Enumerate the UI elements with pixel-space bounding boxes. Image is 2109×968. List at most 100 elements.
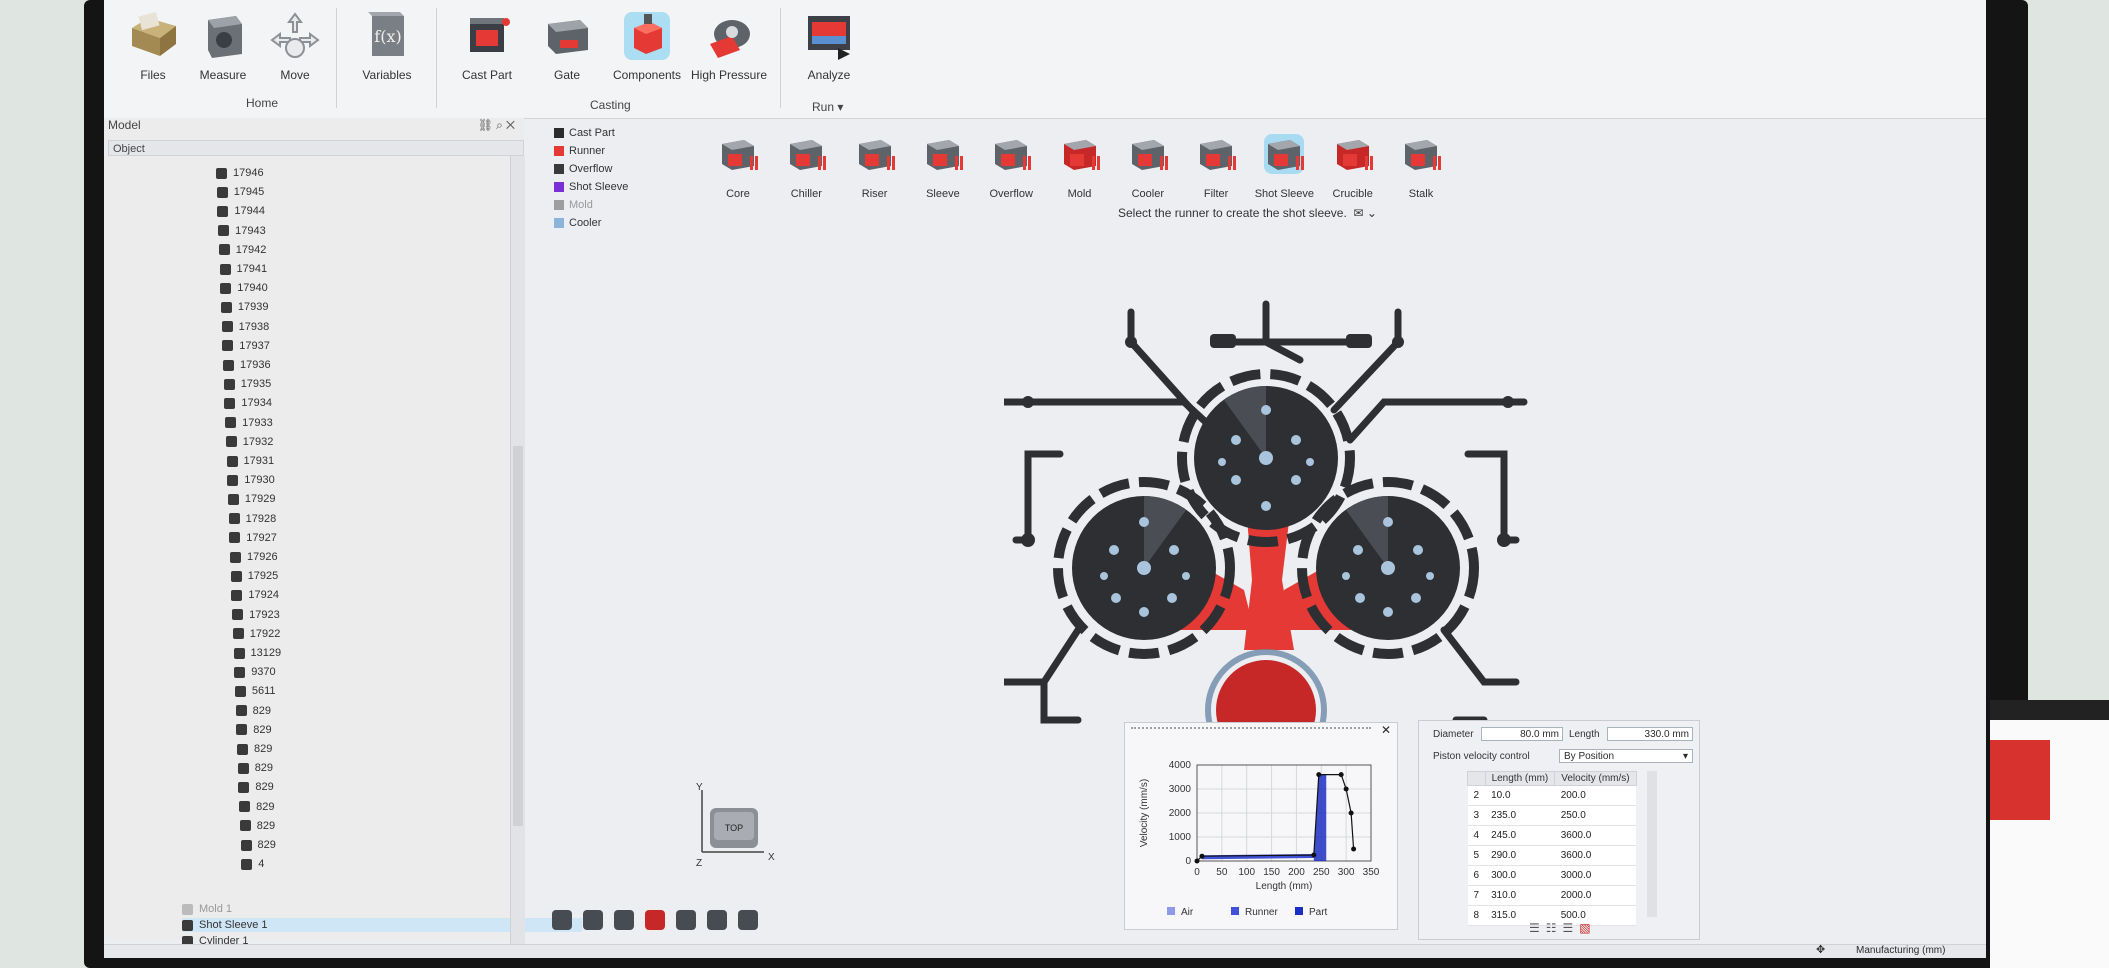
length-cell[interactable]: 290.0 <box>1485 845 1555 866</box>
velocity-cell[interactable]: 3000.0 <box>1554 865 1637 886</box>
tool-chiller-button[interactable]: Chiller <box>772 132 840 200</box>
tree-item[interactable]: 17924 <box>231 588 279 602</box>
close-icon[interactable]: ✕ <box>1381 723 1391 737</box>
chevron-down-icon[interactable]: ▾ <box>837 100 843 114</box>
tree-item[interactable]: 17930 <box>227 473 275 487</box>
tree-item[interactable]: 17943 <box>218 224 266 238</box>
legend-item[interactable]: Cooler <box>554 214 628 232</box>
components-button[interactable]: Components <box>604 10 690 82</box>
tree-scrollbar[interactable] <box>510 156 525 954</box>
tree-item[interactable]: 17931 <box>226 454 274 468</box>
length-cell[interactable]: 235.0 <box>1485 805 1555 826</box>
column-header[interactable]: Object <box>108 140 524 156</box>
tool-core-button[interactable]: Core <box>704 132 772 200</box>
section-icon[interactable] <box>645 910 665 930</box>
tree-item[interactable]: 829 <box>240 838 276 852</box>
globe-icon[interactable] <box>738 910 758 930</box>
tool-riser-button[interactable]: Riser <box>841 132 909 200</box>
camera-icon[interactable] <box>583 910 603 930</box>
gate-button[interactable]: Gate <box>524 10 610 82</box>
tool-sleeve-button[interactable]: Sleeve <box>909 132 977 200</box>
message-icon[interactable]: ✉ <box>1353 206 1363 220</box>
cast-part-button[interactable]: Cast Part <box>444 10 530 82</box>
tool-mold-button[interactable]: Mold <box>1046 132 1114 200</box>
tree-item[interactable]: 829 <box>238 780 274 794</box>
table-row[interactable]: 2 10.0 200.0 <box>1467 785 1637 806</box>
tree-item[interactable]: 5611 <box>234 684 276 698</box>
tree-item[interactable]: 17929 <box>227 492 275 506</box>
tool-overflow-button[interactable]: Overflow <box>977 132 1045 200</box>
tree-item[interactable]: 17939 <box>220 300 268 314</box>
table-row[interactable]: 6 300.0 3000.0 <box>1467 865 1637 886</box>
velocity-cell[interactable]: 200.0 <box>1554 785 1637 806</box>
tree-item[interactable]: 17925 <box>230 569 278 583</box>
tool-cooler-button[interactable]: Cooler <box>1114 132 1182 200</box>
tree-item[interactable]: 17923 <box>232 608 280 622</box>
zoom-icon[interactable] <box>676 910 696 930</box>
length-cell[interactable]: 310.0 <box>1485 885 1555 906</box>
tree-item[interactable]: 17927 <box>229 531 277 545</box>
eye-icon[interactable] <box>552 910 572 930</box>
tree-item[interactable]: 9370 <box>234 665 276 679</box>
tree-item[interactable]: 829 <box>237 761 273 775</box>
legend-item[interactable]: Runner <box>554 142 628 160</box>
tree-item[interactable]: 17945 <box>216 185 264 199</box>
tree-item[interactable]: 17932 <box>225 435 273 449</box>
search-icon[interactable]: ⌕ <box>496 118 506 132</box>
length-cell[interactable]: 300.0 <box>1485 865 1555 886</box>
piston-select[interactable]: By Position ▾ <box>1559 749 1693 763</box>
rotate-icon[interactable] <box>707 910 727 930</box>
tree-item[interactable]: 829 <box>239 800 274 814</box>
insert-row-icon[interactable]: ☷ <box>1546 921 1563 935</box>
units-status[interactable]: Manufacturing (mm) <box>1856 945 1945 956</box>
legend-item[interactable]: Cast Part <box>554 124 628 142</box>
tree-item-mold[interactable]: Mold 1 <box>182 902 232 916</box>
axis-triad[interactable]: Y X Z TOP <box>688 780 778 870</box>
legend-item[interactable]: Overflow <box>554 160 628 178</box>
close-icon[interactable]: ✕ <box>506 118 518 132</box>
tree-item[interactable]: 17926 <box>230 550 278 564</box>
tree-item[interactable]: 17934 <box>224 396 272 410</box>
settings-icon[interactable]: ✥ <box>1816 943 1825 956</box>
table-scrollbar[interactable] <box>1647 771 1657 917</box>
tree-item[interactable]: 829 <box>236 723 272 737</box>
tree-item[interactable]: 17942 <box>218 243 266 257</box>
tool-crucible-button[interactable]: Crucible <box>1319 132 1387 200</box>
tree-item[interactable]: 17941 <box>219 262 267 276</box>
tree-item[interactable]: 17946 <box>216 166 264 180</box>
legend-item[interactable]: Mold <box>554 196 628 214</box>
length-input[interactable]: 330.0 mm <box>1607 727 1693 741</box>
scroll-thumb[interactable] <box>513 446 523 826</box>
tree-item[interactable]: 13129 <box>233 646 281 660</box>
tool-stalk-button[interactable]: Stalk <box>1387 132 1455 200</box>
velocity-cell[interactable]: 250.0 <box>1554 805 1637 826</box>
tree-item[interactable]: 17935 <box>223 377 271 391</box>
tree-item[interactable]: 17936 <box>223 358 271 372</box>
tree-item[interactable]: 829 <box>237 742 272 756</box>
expand-icon[interactable]: ⌄ <box>1367 206 1377 220</box>
variables-button[interactable]: f(x) Variables <box>344 10 430 82</box>
length-cell[interactable]: 245.0 <box>1485 825 1555 846</box>
velocity-cell[interactable]: 3600.0 <box>1554 825 1637 846</box>
tree-item[interactable]: 17944 <box>217 204 265 218</box>
tree-item[interactable]: 17928 <box>228 512 276 526</box>
drag-handle[interactable] <box>1131 727 1371 735</box>
tree-item[interactable]: 17940 <box>220 281 268 295</box>
velocity-cell[interactable]: 2000.0 <box>1554 885 1637 906</box>
move-button[interactable]: Move <box>252 10 338 82</box>
table-row[interactable]: 7 310.0 2000.0 <box>1467 885 1637 906</box>
diameter-input[interactable]: 80.0 mm <box>1481 727 1563 741</box>
tree-item[interactable]: 17937 <box>222 339 270 353</box>
link-icon[interactable]: ⛓ <box>478 118 496 132</box>
delete-row-icon[interactable]: ☰ <box>1563 921 1580 935</box>
tree-item[interactable]: 17938 <box>221 320 269 334</box>
analyze-button[interactable]: Analyze <box>786 10 872 82</box>
tool-shot-sleeve-button[interactable]: Shot Sleeve <box>1250 132 1318 200</box>
chart-toggle-icon[interactable]: ▧ <box>1579 921 1596 935</box>
length-cell[interactable]: 10.0 <box>1485 785 1555 806</box>
tree-item[interactable]: 4 <box>241 857 264 871</box>
velocity-cell[interactable]: 3600.0 <box>1554 845 1637 866</box>
grid-icon[interactable] <box>614 910 634 930</box>
table-row[interactable]: 3 235.0 250.0 <box>1467 805 1637 826</box>
add-row-icon[interactable]: ☰ <box>1529 921 1546 935</box>
